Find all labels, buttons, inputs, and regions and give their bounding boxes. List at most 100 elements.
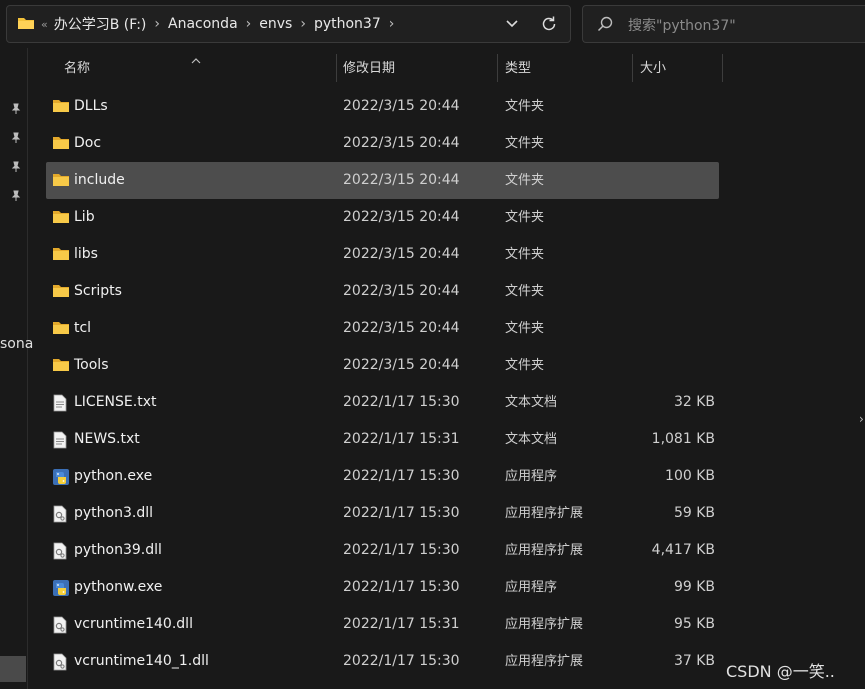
- file-row[interactable]: python3.dll 2022/1/17 15:30 应用程序扩展 59 KB: [46, 495, 719, 532]
- file-list: DLLs 2022/3/15 20:44 文件夹 Doc 2022/3/15 2…: [46, 88, 719, 680]
- file-date: 2022/3/15 20:44: [343, 357, 460, 373]
- column-header-type[interactable]: 类型: [505, 56, 531, 82]
- file-size: 59 KB: [673, 505, 715, 521]
- refresh-icon[interactable]: [540, 15, 558, 37]
- file-date: 2022/1/17 15:30: [343, 394, 460, 410]
- folder-icon: [17, 15, 35, 35]
- python-exe-icon: [52, 579, 70, 601]
- chevron-down-icon[interactable]: [504, 16, 520, 36]
- folder-icon: [52, 246, 70, 266]
- file-name: Scripts: [74, 283, 122, 299]
- file-date: 2022/3/15 20:44: [343, 320, 460, 336]
- navigation-pane: [0, 48, 28, 689]
- file-date: 2022/1/17 15:31: [343, 616, 460, 632]
- file-row[interactable]: DLLs 2022/3/15 20:44 文件夹: [46, 88, 719, 125]
- pin-icon[interactable]: [10, 100, 22, 119]
- file-date: 2022/1/17 15:31: [343, 431, 460, 447]
- column-header-name[interactable]: 名称: [64, 56, 90, 82]
- file-date: 2022/3/15 20:44: [343, 209, 460, 225]
- file-size: 100 KB: [665, 468, 715, 484]
- folder-icon: [52, 172, 70, 192]
- chevron-right-icon[interactable]: ›: [154, 16, 160, 32]
- file-row[interactable]: LICENSE.txt 2022/1/17 15:30 文本文档 32 KB: [46, 384, 719, 421]
- file-date: 2022/3/15 20:44: [343, 135, 460, 151]
- pin-icon[interactable]: [10, 129, 22, 148]
- chevron-right-icon[interactable]: ›: [300, 16, 306, 32]
- file-type: 文件夹: [505, 321, 545, 336]
- file-name: Doc: [74, 135, 102, 151]
- file-type: 文件夹: [505, 284, 545, 299]
- address-bar[interactable]: « 办公学习B (F:) › Anaconda › envs › python3…: [6, 5, 571, 43]
- file-type: 文件夹: [505, 173, 545, 188]
- file-date: 2022/1/17 15:30: [343, 653, 460, 669]
- search-input[interactable]: 搜索"python37": [582, 5, 865, 43]
- file-name: pythonw.exe: [74, 579, 163, 595]
- file-row[interactable]: python.exe 2022/1/17 15:30 应用程序 100 KB: [46, 458, 719, 495]
- file-type: 文件夹: [505, 136, 545, 151]
- column-divider[interactable]: [632, 54, 633, 82]
- column-divider[interactable]: [722, 54, 723, 82]
- file-date: 2022/3/15 20:44: [343, 283, 460, 299]
- file-type: 文件夹: [505, 210, 545, 225]
- scrollbar-edge[interactable]: ›: [859, 412, 865, 426]
- file-row[interactable]: Tools 2022/3/15 20:44 文件夹: [46, 347, 719, 384]
- search-icon: [597, 16, 613, 36]
- file-name: python39.dll: [74, 542, 162, 558]
- breadcrumb-overflow[interactable]: «: [41, 18, 48, 31]
- chevron-right-icon[interactable]: ›: [246, 16, 252, 32]
- file-row[interactable]: vcruntime140.dll 2022/1/17 15:31 应用程序扩展 …: [46, 606, 719, 643]
- pin-icon[interactable]: [10, 158, 22, 177]
- file-name: Tools: [74, 357, 109, 373]
- file-row[interactable]: pythonw.exe 2022/1/17 15:30 应用程序 99 KB: [46, 569, 719, 606]
- nav-item-partial[interactable]: sona: [0, 336, 33, 352]
- file-row[interactable]: NEWS.txt 2022/1/17 15:31 文本文档 1,081 KB: [46, 421, 719, 458]
- file-row[interactable]: vcruntime140_1.dll 2022/1/17 15:30 应用程序扩…: [46, 643, 719, 680]
- file-type: 应用程序扩展: [505, 543, 584, 558]
- column-divider[interactable]: [336, 54, 337, 82]
- file-row[interactable]: include 2022/3/15 20:44 文件夹: [46, 162, 719, 199]
- chevron-right-icon[interactable]: ›: [389, 16, 395, 32]
- file-row[interactable]: python39.dll 2022/1/17 15:30 应用程序扩展 4,41…: [46, 532, 719, 569]
- pin-icon[interactable]: [10, 187, 22, 206]
- file-name: vcruntime140.dll: [74, 616, 193, 632]
- dll-file-icon: [52, 653, 68, 675]
- nav-item-selected[interactable]: [0, 656, 26, 682]
- column-header-size[interactable]: 大小: [640, 56, 666, 82]
- column-header-date[interactable]: 修改日期: [343, 56, 395, 82]
- file-row[interactable]: libs 2022/3/15 20:44 文件夹: [46, 236, 719, 273]
- file-name: DLLs: [74, 98, 108, 114]
- dll-file-icon: [52, 505, 68, 527]
- file-type: 文件夹: [505, 247, 545, 262]
- text-file-icon: [52, 394, 68, 416]
- file-name: python.exe: [74, 468, 153, 484]
- breadcrumb: « 办公学习B (F:) › Anaconda › envs › python3…: [41, 6, 402, 42]
- folder-icon: [52, 98, 70, 118]
- file-type: 应用程序扩展: [505, 506, 584, 521]
- column-divider[interactable]: [497, 54, 498, 82]
- file-name: tcl: [74, 320, 92, 336]
- file-name: python3.dll: [74, 505, 153, 521]
- dll-file-icon: [52, 616, 68, 638]
- file-type: 应用程序: [505, 580, 558, 595]
- file-size: 95 KB: [673, 616, 715, 632]
- folder-icon: [52, 283, 70, 303]
- file-size: 4,417 KB: [651, 542, 715, 558]
- file-date: 2022/1/17 15:30: [343, 468, 460, 484]
- file-type: 应用程序扩展: [505, 654, 584, 669]
- breadcrumb-item-python37[interactable]: python37: [314, 16, 381, 32]
- file-type: 应用程序: [505, 469, 558, 484]
- file-date: 2022/3/15 20:44: [343, 172, 460, 188]
- file-name: NEWS.txt: [74, 431, 140, 447]
- file-row[interactable]: Scripts 2022/3/15 20:44 文件夹: [46, 273, 719, 310]
- file-type: 文本文档: [505, 432, 558, 447]
- python-exe-icon: [52, 468, 70, 490]
- text-file-icon: [52, 431, 68, 453]
- search-placeholder: 搜索"python37": [628, 18, 736, 34]
- file-size: 32 KB: [673, 394, 715, 410]
- file-row[interactable]: Doc 2022/3/15 20:44 文件夹: [46, 125, 719, 162]
- breadcrumb-item-drive[interactable]: 办公学习B (F:): [54, 14, 147, 34]
- file-row[interactable]: Lib 2022/3/15 20:44 文件夹: [46, 199, 719, 236]
- breadcrumb-item-anaconda[interactable]: Anaconda: [168, 16, 238, 32]
- file-row[interactable]: tcl 2022/3/15 20:44 文件夹: [46, 310, 719, 347]
- breadcrumb-item-envs[interactable]: envs: [259, 16, 292, 32]
